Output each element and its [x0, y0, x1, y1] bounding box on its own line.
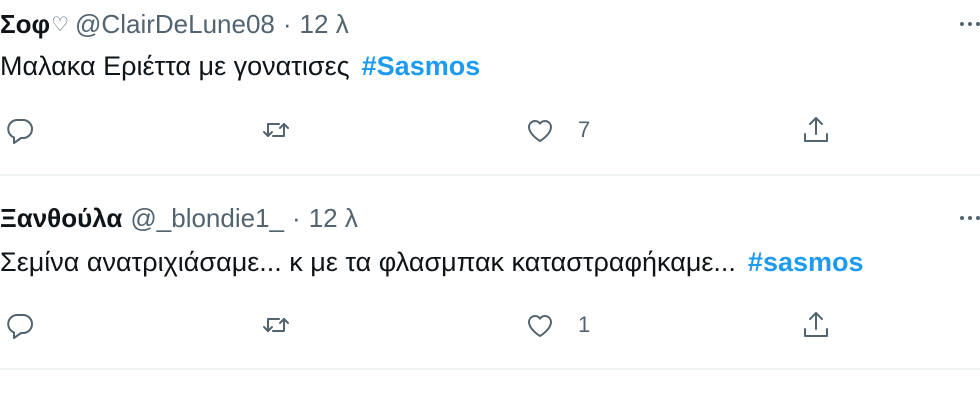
like-button[interactable]: 1: [524, 305, 590, 345]
tweet-header: Ξανθούλα @_blondie1_ · 12 λ: [0, 198, 358, 238]
reply-icon: [7, 314, 33, 339]
tweet-feed: Σοφ ♡ @ClairDeLune08 · 12 λ Μαλακα Εριέτ…: [0, 0, 980, 405]
tweet-text: Σεμίνα ανατριχιάσαμε... κ με τα φλασμπακ…: [0, 244, 864, 280]
user-handle[interactable]: @_blondie1_: [130, 203, 284, 234]
tweet[interactable]: Ξανθούλα @_blondie1_ · 12 λ Σεμίνα ανατρ…: [0, 0, 980, 368]
meta-separator: ·: [292, 202, 301, 233]
retweet-button[interactable]: [260, 305, 292, 345]
like-count: 1: [578, 312, 591, 337]
reply-button[interactable]: [4, 305, 36, 345]
tweet-divider: [0, 368, 980, 370]
tweet-actions: 1: [0, 305, 980, 345]
hashtag-link[interactable]: #sasmos: [748, 247, 864, 277]
tweet-timestamp[interactable]: 12 λ: [309, 203, 358, 234]
share-button[interactable]: [800, 305, 832, 345]
tweet-text-content: Σεμίνα ανατριχιάσαμε... κ με τα φλασμπακ…: [0, 247, 736, 277]
display-name[interactable]: Ξανθούλα: [0, 203, 122, 234]
more-icon[interactable]: [960, 213, 980, 223]
heart-icon: [528, 315, 552, 337]
retweet-icon: [263, 318, 289, 332]
share-icon: [804, 312, 828, 337]
